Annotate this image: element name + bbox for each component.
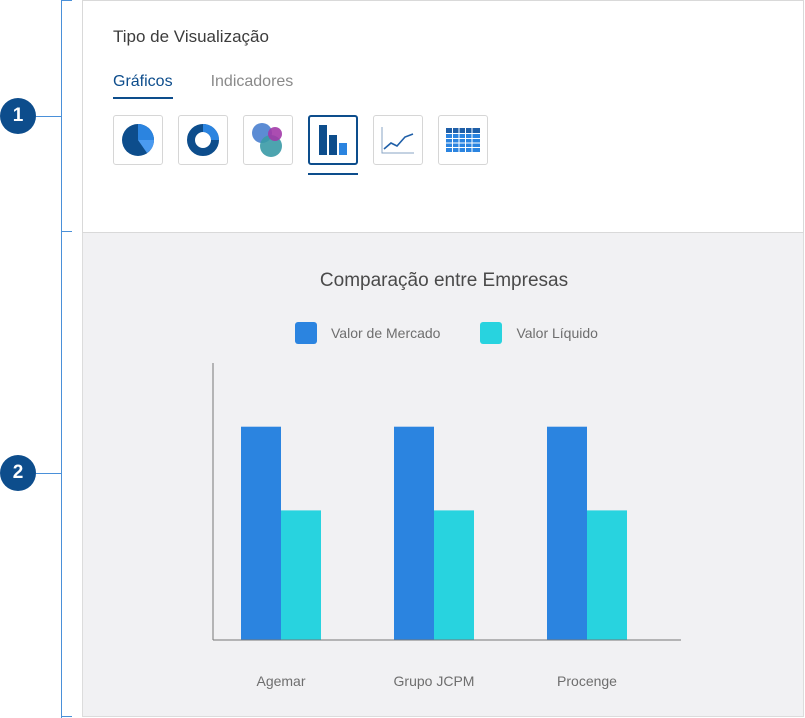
annotation-tick <box>61 231 72 232</box>
x-tick-label: Agemar <box>256 673 305 689</box>
chart-type-donut-button[interactable] <box>178 115 228 165</box>
bar-valor-de-mercado-1[interactable] <box>394 426 434 640</box>
tab-indicadores[interactable]: Indicadores <box>211 73 294 99</box>
annotation-hook <box>36 116 61 117</box>
x-tick-label: Procenge <box>557 673 617 689</box>
annotation-rail: 1 2 <box>0 0 80 718</box>
bar-valor-liquido-1[interactable] <box>434 510 474 640</box>
bar-valor-liquido-2[interactable] <box>587 510 627 640</box>
x-tick-label: Grupo JCPM <box>394 673 475 689</box>
annotation-tick <box>61 0 72 1</box>
line-chart-icon <box>381 127 414 154</box>
chart-type-selector <box>113 115 488 175</box>
pie-chart-icon <box>122 124 154 156</box>
table-icon <box>446 128 480 152</box>
chart-panel: Comparação entre Empresas Valor de Merca… <box>82 233 804 717</box>
annotation-tick <box>61 716 72 717</box>
donut-chart-icon <box>187 124 219 156</box>
bubble-chart-icon <box>252 123 282 157</box>
chart-type-line-button[interactable] <box>373 115 423 165</box>
annotation-marker-1: 1 <box>0 98 36 134</box>
chart-type-pie-button[interactable] <box>113 115 163 165</box>
panel-title: Tipo de Visualização <box>113 27 269 46</box>
tab-bar: Gráficos Indicadores <box>113 73 293 99</box>
chart-type-bar-button[interactable] <box>308 115 358 175</box>
chart-type-table-button[interactable] <box>438 115 488 165</box>
visualization-type-panel: Tipo de Visualização Gráficos Indicadore… <box>82 0 804 233</box>
tab-graficos[interactable]: Gráficos <box>113 73 173 99</box>
annotation-hook <box>36 473 61 474</box>
bar-valor-liquido-0[interactable] <box>281 510 321 640</box>
bar-valor-de-mercado-2[interactable] <box>547 426 587 640</box>
annotation-line <box>61 0 62 718</box>
annotation-marker-2: 2 <box>0 455 36 491</box>
bar-chart-plot: Agemar Grupo JCPM Procenge <box>212 363 681 689</box>
bar-chart-icon <box>319 125 347 155</box>
chart-type-bubble-button[interactable] <box>243 115 293 165</box>
bar-valor-de-mercado-0[interactable] <box>241 426 281 640</box>
